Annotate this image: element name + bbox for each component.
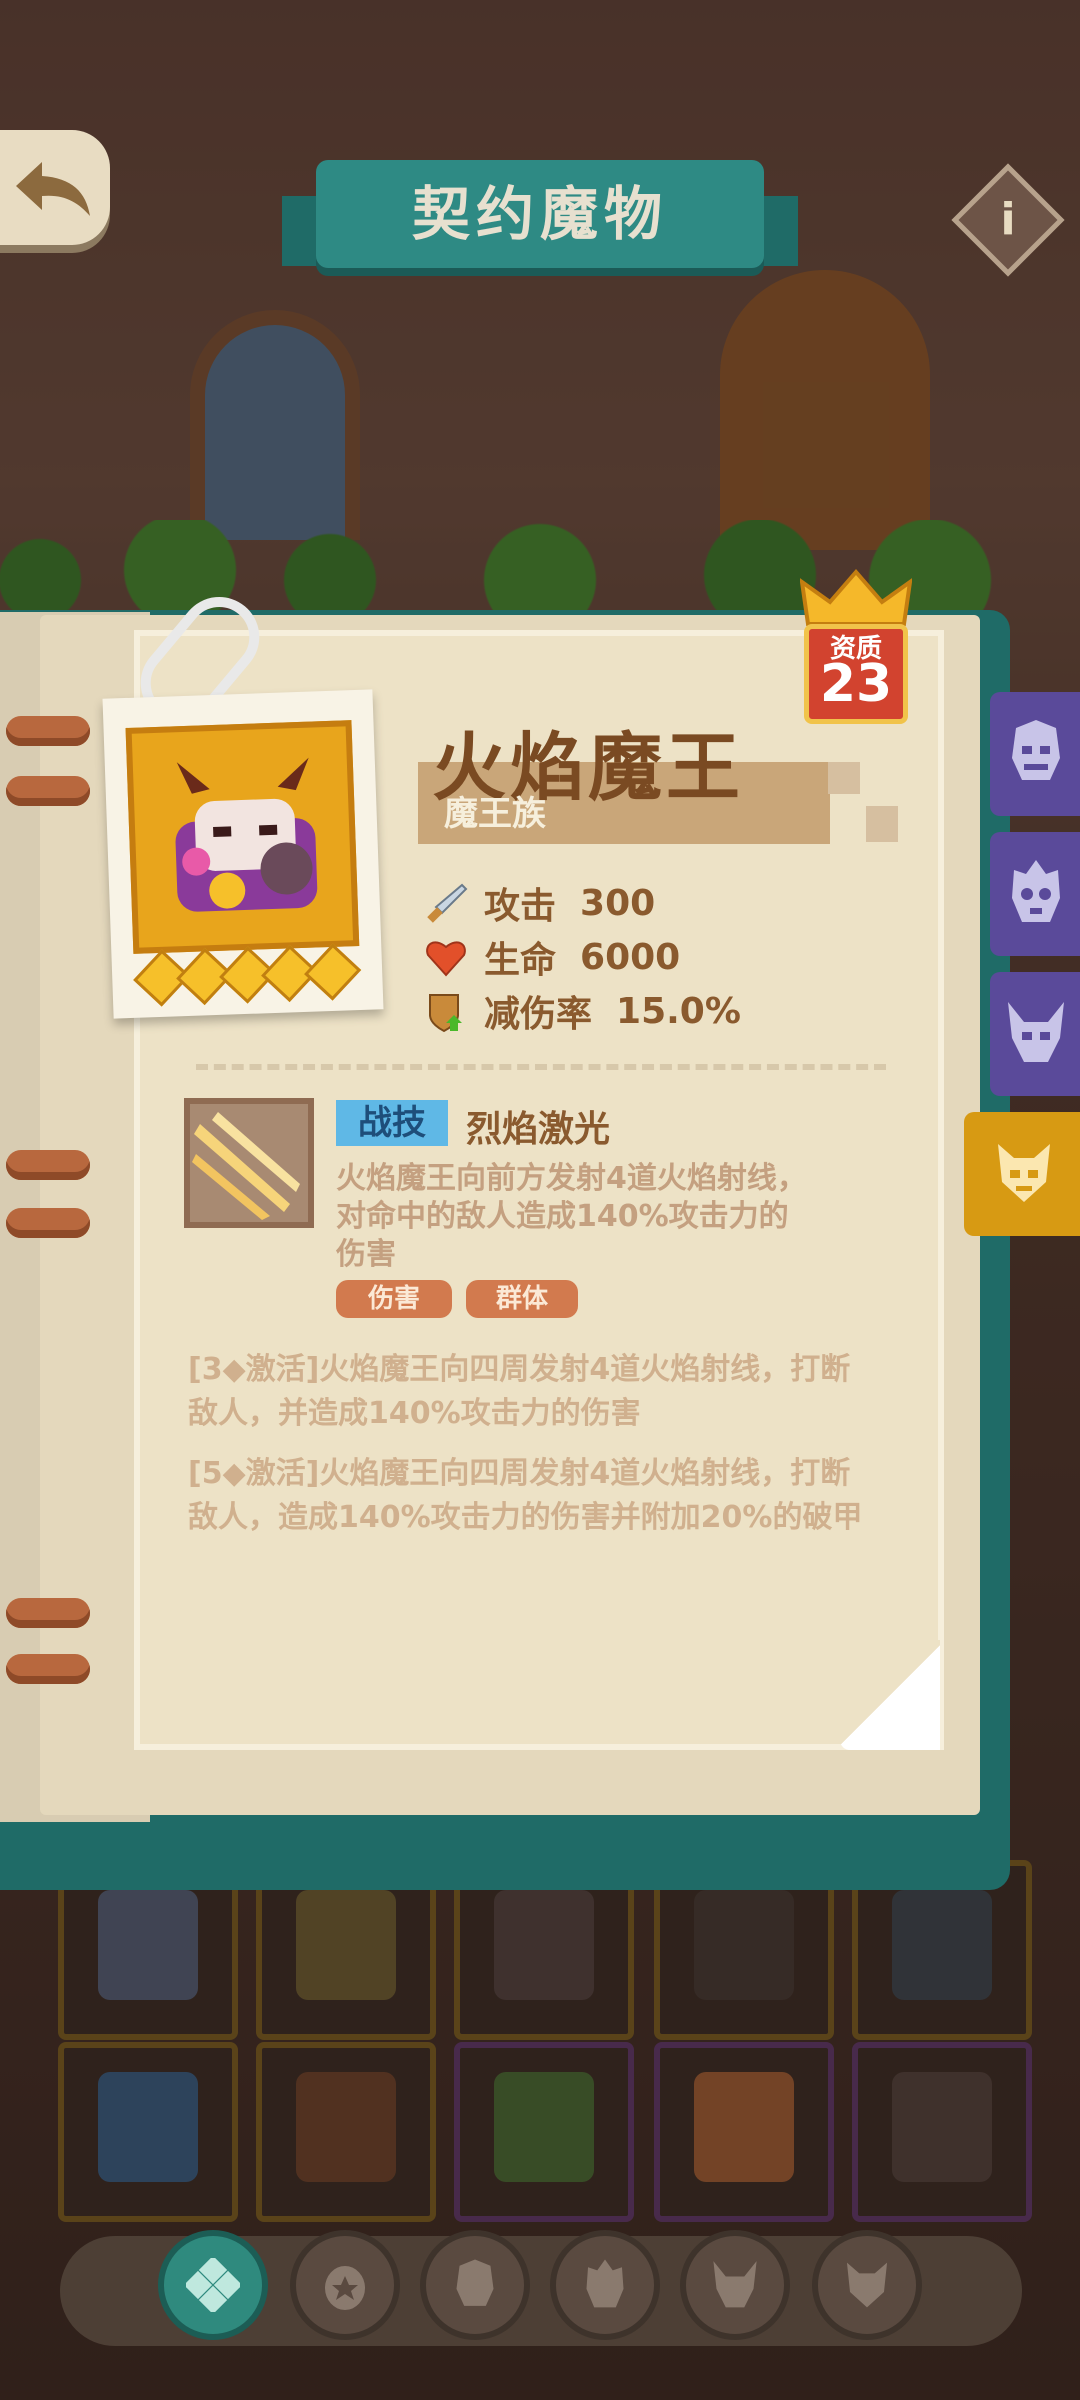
stat-value: 300: [580, 882, 656, 924]
shield-icon: [429, 994, 462, 1033]
fire-laser-icon: [192, 1112, 300, 1220]
skull-flame-icon: [1012, 860, 1060, 922]
activation-line: [3◆激活]火焰魔王向四周发射4道火焰射线，打断: [188, 1352, 851, 1387]
skill-chip-group: 群体: [466, 1280, 578, 1318]
monster-portrait: [125, 720, 360, 954]
nav-horned-mask[interactable]: [680, 2230, 790, 2340]
activation-5: [5◆激活]火焰魔王向四周发射4道火焰射线，打断 敌人，造成140%攻击力的伤害…: [188, 1452, 888, 1540]
activation-line: [5◆激活]火焰魔王向四周发射4道火焰射线，打断: [188, 1456, 851, 1491]
tab-horned-mask[interactable]: [990, 972, 1080, 1096]
info-icon: i: [1000, 194, 1016, 245]
page-title: 契约魔物: [411, 180, 668, 248]
back-button[interactable]: [0, 130, 110, 245]
activation-line: 敌人，造成140%攻击力的伤害并附加20%的破甲: [188, 1500, 863, 1535]
nav-skull-flame[interactable]: [550, 2230, 660, 2340]
devil-face-icon: [846, 2262, 888, 2308]
nav-all[interactable]: [158, 2230, 268, 2340]
title-banner: 契约魔物: [282, 160, 798, 280]
activation-3: [3◆激活]火焰魔王向四周发射4道火焰射线，打断 敌人，并造成140%攻击力的伤…: [188, 1348, 888, 1436]
skill-name: 烈焰激光: [466, 1109, 611, 1150]
stat-value: 6000: [580, 936, 681, 978]
stat-label: 生命: [484, 940, 557, 981]
star-icon: [304, 943, 362, 1001]
binder-ring: [6, 1150, 90, 1180]
activation-line: 敌人，并造成140%攻击力的伤害: [188, 1396, 641, 1431]
stat-label: 减伤率: [484, 994, 593, 1035]
nav-demon-face[interactable]: [420, 2230, 530, 2340]
heart-icon: [426, 941, 466, 977]
stat-value: 15.0%: [616, 990, 741, 1032]
skull-flame-icon: [586, 2259, 624, 2308]
skill-description-line: 伤害: [336, 1237, 396, 1272]
binder-ring: [6, 776, 90, 806]
sword-icon: [427, 883, 468, 923]
egg-icon: [325, 2266, 365, 2310]
tab-skull-flame[interactable]: [990, 832, 1080, 956]
stat-row-attack: 攻击 300: [424, 878, 655, 928]
crown-icon: [800, 568, 912, 626]
binder-ring: [6, 1598, 90, 1628]
page-curl: [840, 1640, 940, 1750]
pixel-decor: [866, 806, 898, 842]
skill-chip-damage: 伤害: [336, 1280, 452, 1318]
skill-type-tag: 战技: [336, 1100, 448, 1146]
stat-row-hp: 生命 6000: [424, 932, 680, 982]
quality-value: 23: [819, 654, 893, 714]
stat-label: 攻击: [484, 886, 557, 927]
binder-ring: [6, 716, 90, 746]
divider: [196, 1064, 886, 1070]
horned-mask-icon: [1008, 1002, 1064, 1062]
demon-face-icon: [456, 2259, 494, 2306]
tab-devil-face[interactable]: [964, 1112, 1080, 1236]
fire-demon-king-icon: [175, 757, 318, 912]
demon-face-icon: [1012, 720, 1060, 780]
monster-tribe: 魔王族: [444, 794, 546, 834]
stat-row-damage-reduction: 减伤率 15.0%: [424, 986, 741, 1036]
pixel-decor: [828, 762, 860, 794]
all-icon: [186, 2258, 240, 2312]
star-rating: [133, 943, 362, 1007]
back-arrow-icon: [16, 162, 90, 216]
devil-face-icon: [998, 1144, 1050, 1202]
tab-demon-face[interactable]: [990, 692, 1080, 816]
nav-devil-face[interactable]: [812, 2230, 922, 2340]
monster-portrait-card: [102, 689, 384, 1019]
skill-description-line: 火焰魔王向前方发射4道火焰射线，: [336, 1161, 807, 1196]
binder-ring: [6, 1208, 90, 1238]
binder-ring: [6, 1654, 90, 1684]
horned-mask-icon: [713, 2261, 757, 2308]
skill-icon: [184, 1098, 314, 1228]
nav-egg[interactable]: [290, 2230, 400, 2340]
skill-description: 火焰魔王向前方发射4道火焰射线， 对命中的敌人造成140%攻击力的 伤害: [336, 1160, 866, 1274]
skill-description-line: 对命中的敌人造成140%攻击力的: [336, 1199, 789, 1234]
quality-badge: 资质 23: [800, 568, 912, 738]
